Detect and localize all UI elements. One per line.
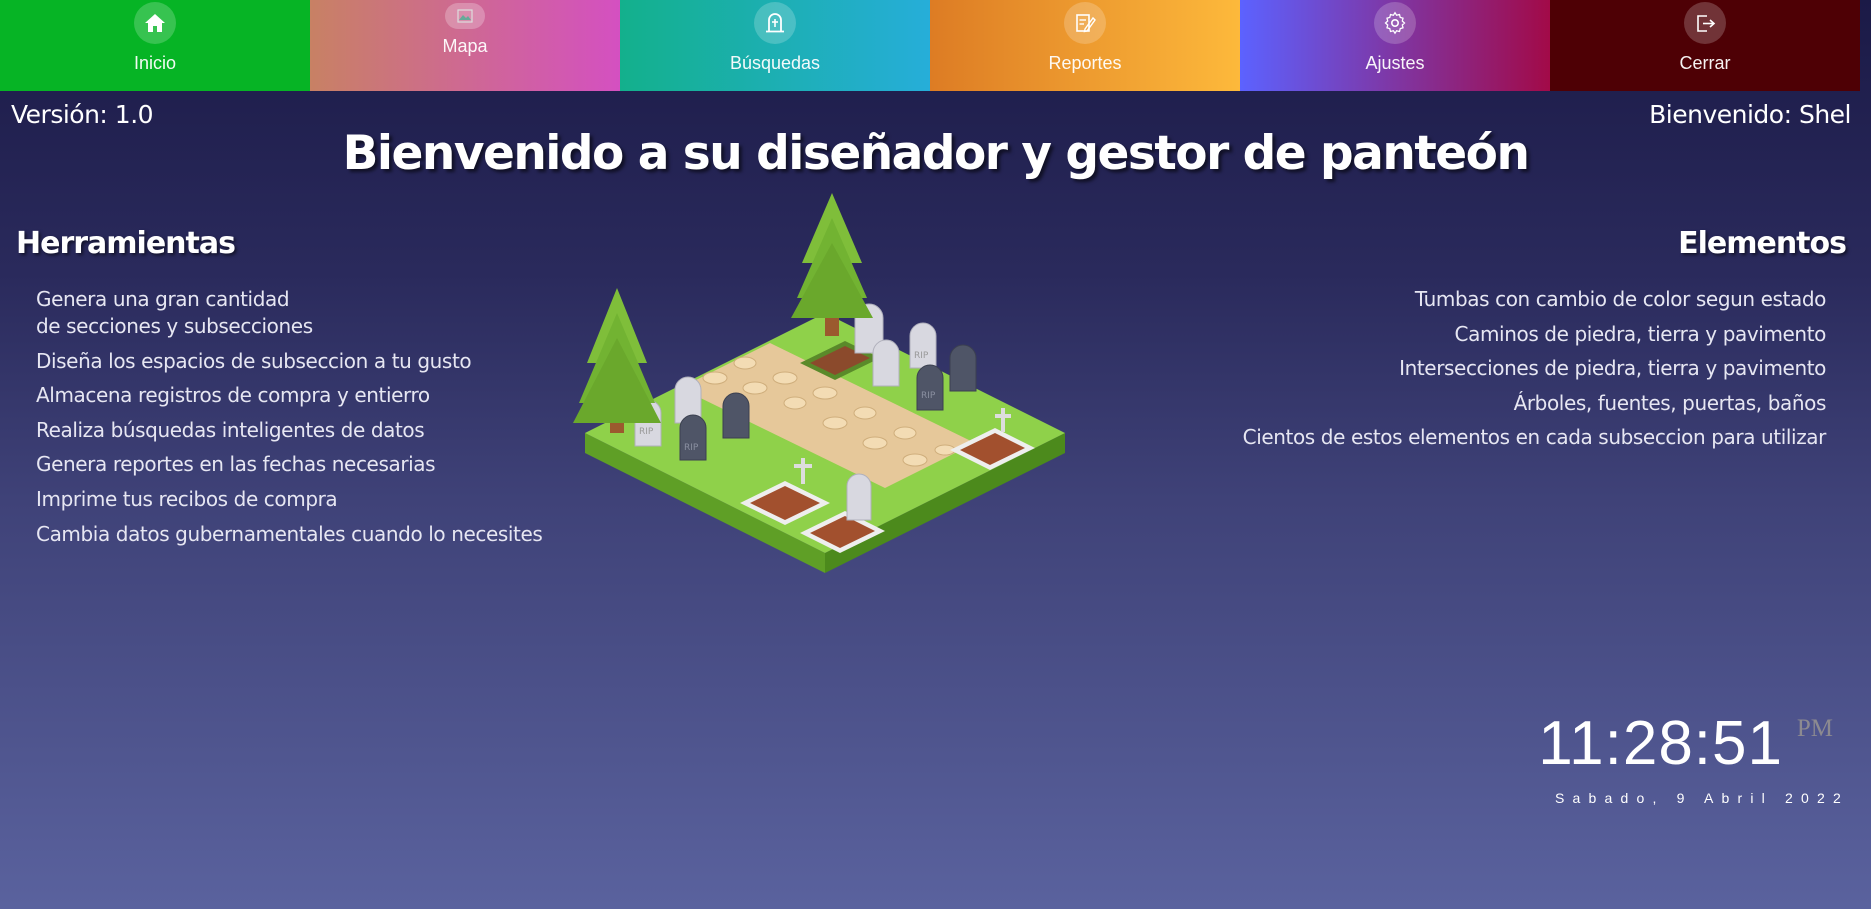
tools-list: Genera una gran cantidad de secciones y … bbox=[36, 286, 543, 555]
logout-icon bbox=[1684, 2, 1726, 44]
nav-inicio-label: Inicio bbox=[133, 53, 177, 73]
home-icon bbox=[134, 2, 176, 44]
list-item: Realiza búsquedas inteligentes de datos bbox=[36, 417, 542, 444]
list-item: Caminos de piedra, tierra y pavimento bbox=[1454, 321, 1827, 346]
clock-ampm: PM bbox=[1796, 715, 1833, 742]
list-item-text: Genera reportes en las fechas necesarias bbox=[36, 452, 436, 477]
clock-date: Sabado, 9 Abril 2022 bbox=[1555, 790, 1849, 806]
list-item: Almacena registros de compra y entierro bbox=[36, 382, 542, 409]
tombstone-icon bbox=[754, 2, 796, 44]
cemetery-illustration: RIP RIP RIP RIP bbox=[573, 193, 1065, 573]
rip-text: RIP bbox=[914, 351, 929, 361]
nav-ajustes[interactable]: Ajustes bbox=[1240, 0, 1550, 91]
nav-cerrar-label: Cerrar bbox=[1679, 53, 1731, 73]
nav-cerrar[interactable]: Cerrar bbox=[1550, 0, 1860, 91]
list-item: Diseña los espacios de subseccion a tu g… bbox=[36, 348, 542, 375]
nav-reportes[interactable]: Reportes bbox=[930, 0, 1240, 91]
version-label: Versión: 1.0 bbox=[11, 100, 154, 129]
list-item: Árboles, fuentes, puertas, baños bbox=[1513, 390, 1827, 415]
rip-text: RIP bbox=[684, 443, 699, 453]
tools-title: Herramientas bbox=[16, 226, 236, 261]
list-item: Cambia datos gubernamentales cuando lo n… bbox=[36, 521, 543, 548]
list-item-text: Cambia datos gubernamentales cuando lo n… bbox=[36, 521, 543, 546]
nav-busquedas[interactable]: Búsquedas bbox=[620, 0, 930, 91]
list-item: Genera reportes en las fechas necesarias bbox=[36, 451, 542, 478]
elements-title: Elementos bbox=[1678, 226, 1847, 261]
elements-list: Tumbas con cambio de color segun estado … bbox=[1242, 286, 1827, 459]
list-item-text: Diseña los espacios de subseccion a tu g… bbox=[36, 348, 472, 373]
clock-time: 11:28:51 bbox=[1538, 709, 1783, 778]
nav-reportes-label: Reportes bbox=[1048, 53, 1122, 73]
nav-mapa[interactable]: Mapa bbox=[310, 0, 620, 91]
list-item-text: Imprime tus recibos de compra bbox=[36, 486, 338, 511]
list-item: de secciones y subsecciones bbox=[36, 313, 542, 340]
nav-inicio[interactable]: Inicio bbox=[0, 0, 310, 91]
nav-ajustes-label: Ajustes bbox=[1365, 53, 1425, 73]
list-item: Tumbas con cambio de color segun estado bbox=[1414, 287, 1827, 311]
page-title: Bienvenido a su diseñador y gestor de pa… bbox=[342, 126, 1530, 181]
nav-busquedas-label: Búsquedas bbox=[729, 53, 821, 73]
list-item-text: Genera una gran cantidad bbox=[36, 287, 290, 311]
list-item-text: Almacena registros de compra y entierro bbox=[36, 383, 430, 408]
list-item: Cientos de estos elementos en cada subse… bbox=[1242, 425, 1827, 450]
list-item: Genera una gran cantidad bbox=[36, 286, 542, 313]
report-edit-icon bbox=[1064, 2, 1106, 44]
list-item-text: de secciones y subsecciones bbox=[36, 314, 313, 338]
list-item-text: Realiza búsquedas inteligentes de datos bbox=[36, 417, 425, 442]
nav-mapa-label: Mapa bbox=[442, 36, 488, 56]
list-item: Imprime tus recibos de compra bbox=[36, 486, 542, 513]
list-item: Intersecciones de piedra, tierra y pavim… bbox=[1399, 356, 1826, 381]
top-nav: Inicio Mapa Búsquedas Reportes Ajustes C… bbox=[0, 0, 1860, 91]
broken-image-icon bbox=[445, 3, 485, 29]
welcome-user-label: Bienvenido: Shel bbox=[1649, 100, 1851, 129]
rip-text: RIP bbox=[639, 427, 654, 437]
rip-text: RIP bbox=[921, 391, 936, 401]
gear-icon bbox=[1374, 2, 1416, 44]
